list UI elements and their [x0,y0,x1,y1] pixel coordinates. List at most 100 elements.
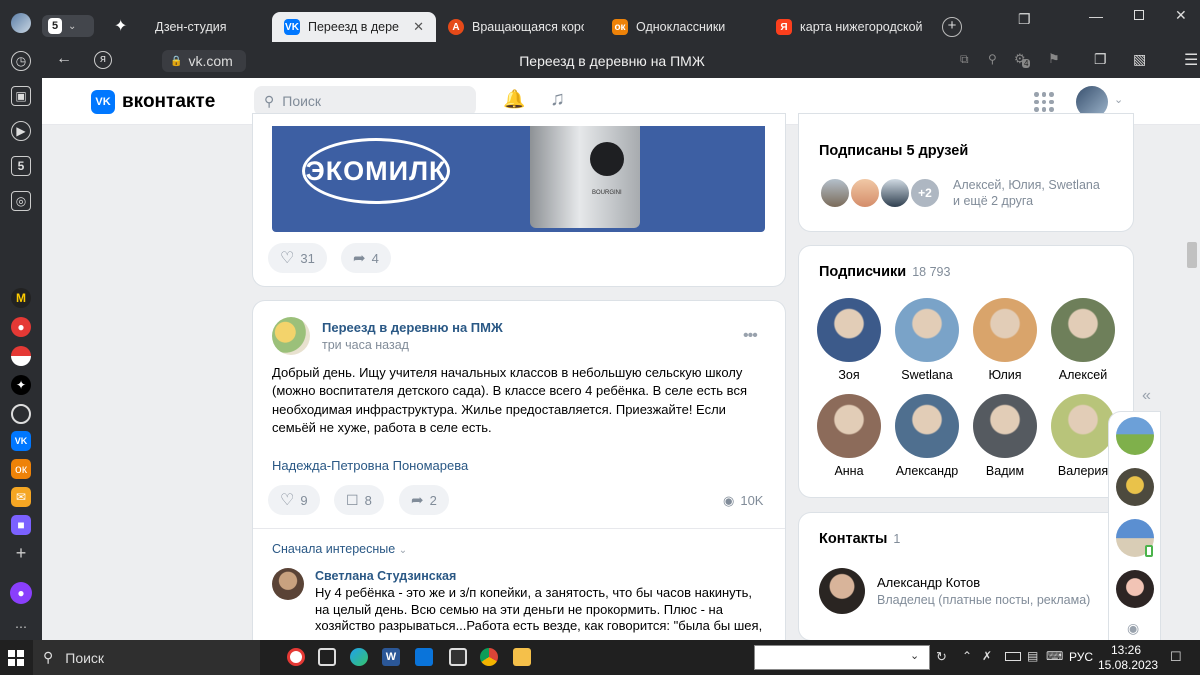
translate-icon[interactable]: ⚲ [988,52,997,66]
subscriber-avatar[interactable] [1051,394,1115,458]
tab-counter-button[interactable]: 5 ⌄ [42,15,94,37]
subscriber-name[interactable]: Swetlana [883,368,971,382]
post-author[interactable]: Переезд в деревню на ПМЖ [322,320,503,335]
search-input[interactable]: ⚲ Поиск [254,86,476,116]
alice-sparkle-icon[interactable]: ✦ [114,16,127,36]
ok-sidebar-icon[interactable]: ок [11,459,31,479]
music-note-icon[interactable]: ♫ [550,88,565,111]
subscriber-name[interactable]: Зоя [805,368,893,382]
notifications-icon[interactable]: ☐ [1170,649,1182,665]
volume-muted-icon[interactable]: ✗ [982,649,992,663]
subscriber-name[interactable]: Александр [883,464,971,478]
tabs-5-icon[interactable]: 5 [11,156,31,176]
tab-odnoklassniki[interactable]: ок Одноклассники [600,12,760,42]
subscriber-avatar[interactable] [895,394,959,458]
subscriber-name[interactable]: Анна [805,464,893,478]
contact-name[interactable]: Александр Котов [877,575,980,590]
page-scrollbar[interactable] [1187,242,1197,268]
tab-rotating-box[interactable]: A Вращающаяся коробка [436,12,596,42]
add-panel-icon[interactable]: + [11,543,31,563]
battery-icon[interactable] [1005,652,1021,661]
vk-sidebar-icon[interactable]: VK [11,431,31,451]
bookmark-icon[interactable]: ⚑ [1048,51,1060,67]
language-indicator[interactable]: РУС [1069,650,1093,664]
more-options-icon[interactable]: ••• [743,327,758,345]
subscriber-avatar[interactable] [1051,298,1115,362]
close-icon[interactable]: ✕ [413,19,424,35]
comment-button[interactable]: ☐ 8 [334,485,384,515]
downloads-icon[interactable]: ▧ [1133,51,1146,68]
subscribers-heading[interactable]: Подписчики 18 793 [819,264,950,280]
yandex-market-icon[interactable]: M [11,288,31,308]
back-arrow-icon[interactable]: ← [56,50,72,68]
mail-icon[interactable] [415,648,433,666]
friend-avatars[interactable]: +2 [819,177,943,209]
apps-grid-icon[interactable] [1034,92,1054,112]
ad-banner[interactable]: ЭКОМИЛК BOURGINI [272,126,765,232]
chevron-down-icon[interactable]: ⌄ [1114,93,1123,106]
share-button[interactable]: ➦ 4 [341,243,391,273]
minimize-icon[interactable]: — [1089,8,1103,24]
pokeball-icon[interactable] [11,346,31,366]
comment-sort-dropdown[interactable]: Сначала интересные ⌄ [272,542,407,556]
subscriber-name[interactable]: Вадим [961,464,1049,478]
share-icon[interactable]: ⧉ [960,52,969,67]
menu-icon[interactable]: ☰ [1184,50,1198,70]
comment-author[interactable]: Светлана Студзинская [315,569,456,583]
edge-icon[interactable] [350,648,368,666]
taskbar-search[interactable]: ⚲ Поиск [33,640,260,675]
more-icon[interactable]: ⋯ [11,617,31,637]
like-button[interactable]: ♡ 9 [268,485,320,515]
task-view-icon[interactable] [318,648,336,666]
collapse-chats-icon[interactable]: « [1142,387,1151,405]
chrome-icon[interactable] [480,648,498,666]
url-field[interactable]: 🔒 vk.com [162,50,246,72]
chat-bubble-icon[interactable]: ◉ [1127,620,1139,637]
maps-pin-icon[interactable]: ● [11,317,31,337]
commenter-avatar[interactable] [272,568,304,600]
subscriber-avatar[interactable] [895,298,959,362]
subscriber-avatar[interactable] [973,298,1037,362]
bookmark-window-icon[interactable]: ❐ [1018,11,1031,28]
vk-logo[interactable]: VK вконтакте [91,90,215,114]
windows-start-icon[interactable] [8,650,24,666]
alice-ring-icon[interactable] [11,404,31,424]
close-window-icon[interactable]: ✕ [1175,7,1187,24]
yandex-browser-icon[interactable] [287,648,305,666]
media-icon[interactable] [449,648,467,666]
subscriber-avatar[interactable] [817,298,881,362]
clock-time[interactable]: 13:26 [1104,643,1148,657]
clock-date[interactable]: 15.08.2023 [1098,658,1158,672]
like-button[interactable]: ♡ 31 [268,243,327,273]
profile-avatar[interactable] [11,13,31,33]
tab-map[interactable]: Я карта нижегородской о [764,12,934,42]
history-icon[interactable]: ◷ [11,51,31,71]
chat-avatar[interactable] [1116,417,1154,455]
yandex-icon[interactable]: я [94,51,112,69]
word-icon[interactable]: W [382,648,400,666]
network-icon[interactable]: ▤ [1027,649,1038,663]
tray-expand-icon[interactable]: ⌃ [962,649,972,663]
video-icon[interactable]: ▶ [11,121,31,141]
explorer-icon[interactable] [513,648,531,666]
notifications-bell-icon[interactable]: 🔔 [503,89,525,110]
address-toolbar-input[interactable] [754,645,930,670]
refresh-icon[interactable]: ↻ [936,649,947,665]
mail-icon[interactable]: ✉ [11,487,31,507]
friends-subscribed-title[interactable]: Подписаны 5 друзей [819,143,968,159]
chevron-down-icon[interactable]: ⌄ [910,649,919,662]
extensions-icon[interactable]: ⚙ 4 [1014,51,1031,68]
share-button[interactable]: ➦ 2 [399,485,449,515]
subscriber-name[interactable]: Юлия [961,368,1049,382]
subscriber-name[interactable]: Алексей [1039,368,1127,382]
chat-avatar[interactable] [1116,570,1154,608]
new-tab-button[interactable]: + [942,17,962,37]
collections-icon[interactable]: ❐ [1094,51,1107,68]
post-time[interactable]: три часа назад [322,338,409,352]
messenger-icon[interactable]: ■ [11,515,31,535]
contact-avatar[interactable] [819,568,865,614]
screenshot-icon[interactable]: ◎ [11,191,31,211]
maximize-icon[interactable] [1134,10,1144,20]
group-avatar[interactable] [272,317,310,355]
tab-vk-group[interactable]: VK Переезд в деревню на ПМЖ ✕ [272,12,436,42]
